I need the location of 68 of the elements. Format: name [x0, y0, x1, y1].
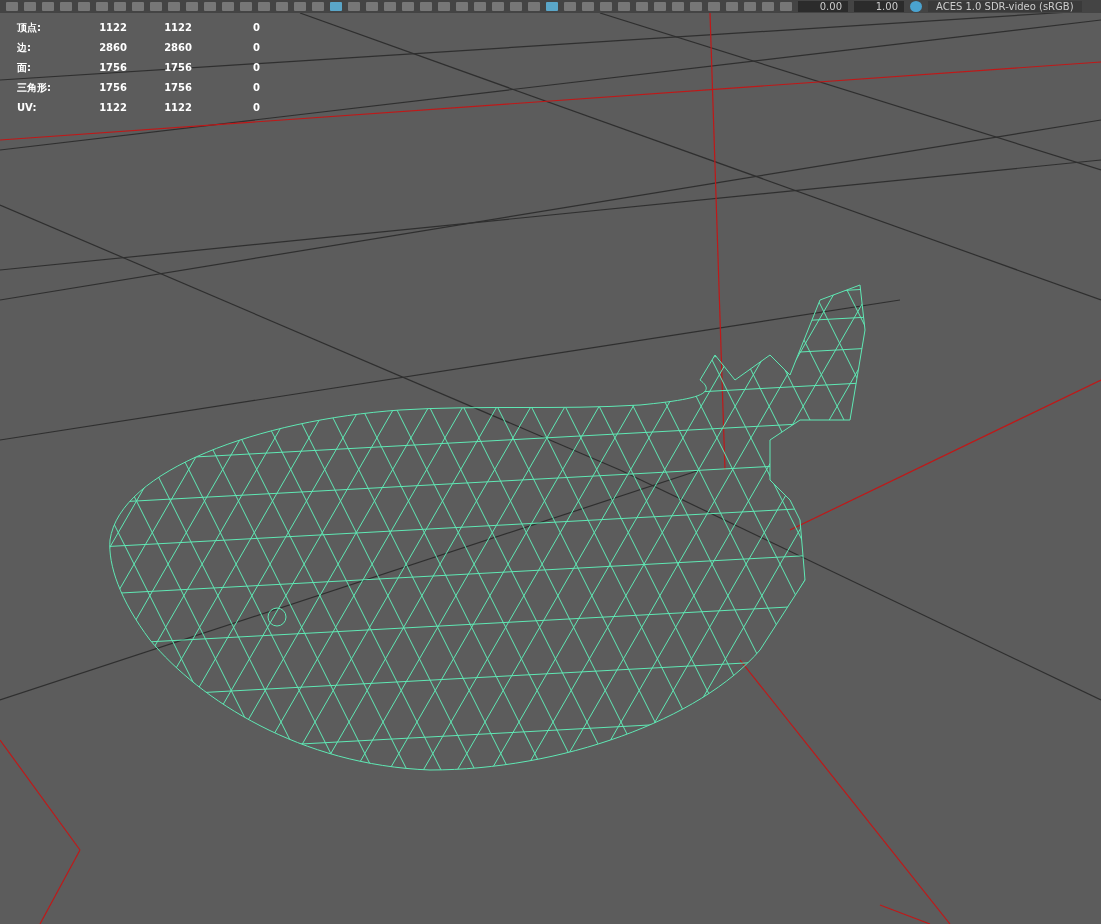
toolbar-icon[interactable] [276, 2, 288, 11]
stat-label: 面: [17, 61, 32, 75]
toolbar-icon[interactable] [780, 2, 792, 11]
value-field[interactable]: 0.00 [798, 1, 848, 12]
toolbar-icon[interactable] [258, 2, 270, 11]
value-field[interactable]: 1.00 [854, 1, 904, 12]
toolbar-icon[interactable] [744, 2, 756, 11]
toolbar-icon[interactable] [546, 2, 558, 11]
stat-label: 顶点: [17, 21, 42, 35]
toolbar-icon[interactable] [708, 2, 720, 11]
toolbar-icon[interactable] [528, 2, 540, 11]
toolbar-icon[interactable] [6, 2, 18, 11]
toolbar-icon[interactable] [618, 2, 630, 11]
toolbar-icon[interactable] [348, 2, 360, 11]
toolbar-icon[interactable] [690, 2, 702, 11]
toolbar-icon[interactable] [132, 2, 144, 11]
stat-label: UV: [17, 101, 38, 115]
toolbar-icon[interactable] [78, 2, 90, 11]
toolbar-icon[interactable] [168, 2, 180, 11]
toolbar-icon[interactable] [186, 2, 198, 11]
color-space-dropdown[interactable]: ACES 1.0 SDR-video (sRGB) [928, 1, 1082, 12]
stat-value: 1756 [163, 81, 192, 95]
toolbar-icon[interactable] [24, 2, 36, 11]
stat-value: 2860 [98, 41, 127, 55]
toolbar-icon[interactable] [114, 2, 126, 11]
toolbar-icon[interactable] [672, 2, 684, 11]
stat-value: 0 [252, 101, 260, 115]
toolbar-icon[interactable] [96, 2, 108, 11]
toolbar-icon[interactable] [582, 2, 594, 11]
stat-value: 0 [252, 21, 260, 35]
stat-value: 1122 [163, 21, 192, 35]
color-management-icon[interactable] [910, 1, 922, 12]
toolbar-icon[interactable] [294, 2, 306, 11]
toolbar-icon[interactable] [456, 2, 468, 11]
toolbar-icon[interactable] [42, 2, 54, 11]
toolbar-icon[interactable] [384, 2, 396, 11]
toolbar-icon[interactable] [312, 2, 324, 11]
toolbar-icon[interactable] [762, 2, 774, 11]
toolbar-icon[interactable] [510, 2, 522, 11]
toolbar-icon[interactable] [474, 2, 486, 11]
toolbar-icon[interactable] [420, 2, 432, 11]
stat-value: 1756 [98, 61, 127, 75]
stat-value: 2860 [163, 41, 192, 55]
toolbar-icon[interactable] [600, 2, 612, 11]
toolbar-icon[interactable] [492, 2, 504, 11]
stat-value: 1122 [98, 21, 127, 35]
toolbar-icon[interactable] [222, 2, 234, 11]
stat-value: 1122 [163, 101, 192, 115]
toolbar-icon[interactable] [150, 2, 162, 11]
stat-value: 1122 [98, 101, 127, 115]
stat-value: 0 [252, 81, 260, 95]
toolbar-icon[interactable] [240, 2, 252, 11]
stat-value: 1756 [163, 61, 192, 75]
toolbar-icon[interactable] [564, 2, 576, 11]
stat-value: 1756 [98, 81, 127, 95]
toolbar-icon[interactable] [636, 2, 648, 11]
toolbar-icon[interactable] [654, 2, 666, 11]
stat-value: 0 [252, 41, 260, 55]
stat-label: 边: [17, 41, 32, 55]
toolbar-icon[interactable] [726, 2, 738, 11]
toolbar-icon[interactable] [366, 2, 378, 11]
toolbar-icon[interactable] [204, 2, 216, 11]
toolbar-icon[interactable] [438, 2, 450, 11]
toolbar-icon[interactable] [402, 2, 414, 11]
stat-value: 0 [252, 61, 260, 75]
toolbar-icon[interactable] [60, 2, 72, 11]
stat-label: 三角形: [17, 81, 52, 95]
toolbar-icon[interactable] [330, 2, 342, 11]
